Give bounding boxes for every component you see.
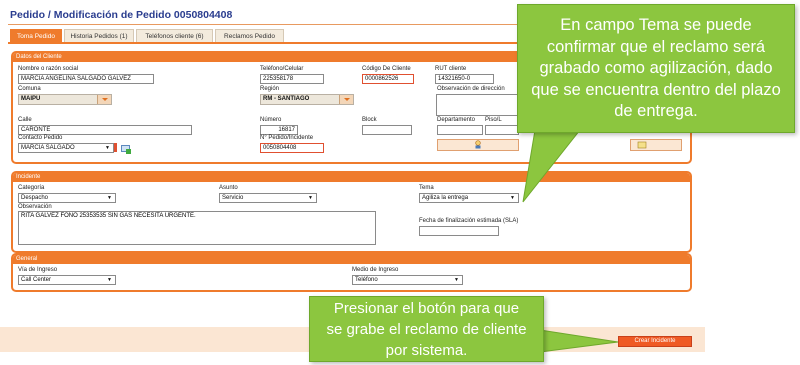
via-ingreso-select[interactable]: Call Center ▼ bbox=[18, 275, 116, 285]
tab-reclamos-pedido[interactable]: Reclamos Pedido bbox=[215, 29, 284, 43]
region-combo[interactable]: RM - SANTIAGO bbox=[260, 94, 354, 105]
general-header: General bbox=[13, 255, 690, 264]
via-ingreso-label: Vía de Ingreso bbox=[18, 267, 58, 273]
obs-direccion-label: Observación de dirección bbox=[437, 86, 505, 92]
sla-label: Fecha de finalización estimada (SLA) bbox=[419, 218, 519, 224]
medio-ingreso-label: Medio de Ingreso bbox=[352, 267, 399, 273]
page-title: Pedido / Modificación de Pedido 00508044… bbox=[10, 9, 233, 21]
search-user-icon bbox=[475, 140, 481, 149]
contacto-value: MARCIA SALGADO bbox=[21, 145, 75, 151]
region-label: Región bbox=[260, 86, 280, 92]
comuna-value: MAIPU bbox=[21, 96, 41, 102]
edit-icon bbox=[637, 141, 647, 149]
block-label: Block bbox=[362, 117, 377, 123]
categoria-value: Despacho bbox=[21, 195, 49, 201]
comuna-dropdown-icon[interactable] bbox=[97, 95, 111, 104]
comuna-label: Comuna bbox=[18, 86, 41, 92]
contacto-select[interactable]: MARCIA SALGADO ▼ bbox=[18, 143, 114, 153]
add-contact-icon[interactable] bbox=[121, 141, 131, 154]
categoria-label: Categoría bbox=[18, 185, 45, 191]
rut-field[interactable]: 14321650-0 bbox=[435, 74, 494, 84]
chevron-down-icon: ▼ bbox=[308, 195, 313, 201]
chevron-down-icon: ▼ bbox=[454, 277, 459, 283]
chevron-down-icon: ▼ bbox=[105, 145, 110, 151]
region-dropdown-icon[interactable] bbox=[339, 95, 353, 104]
piso-label: Piso/L bbox=[485, 117, 502, 123]
tema-label: Tema bbox=[419, 185, 434, 191]
observacion-label: Observación bbox=[18, 204, 52, 210]
tab-telefonos-cliente[interactable]: Teléfonos cliente (6) bbox=[136, 29, 213, 43]
callout-tema: En campo Tema se puede confirmar que el … bbox=[517, 4, 795, 133]
observacion-text: RITA GALVEZ FONO 25353535 SIN GAS NECESI… bbox=[21, 213, 196, 219]
tab-historia-pedidos[interactable]: Historia Pedidos (1) bbox=[64, 29, 134, 43]
tema-select[interactable]: Agiliza la entrega ▼ bbox=[419, 193, 519, 203]
sla-field[interactable] bbox=[419, 226, 499, 236]
block-field[interactable] bbox=[362, 125, 412, 135]
rut-label: RUT cliente bbox=[435, 66, 467, 72]
tab-toma-pedido[interactable]: Toma Pedido bbox=[10, 29, 62, 43]
nombre-label: Nombre o razón social bbox=[18, 66, 79, 72]
edit-button[interactable] bbox=[630, 139, 682, 151]
telefono-field[interactable]: 225358178 bbox=[260, 74, 324, 84]
medio-ingreso-select[interactable]: Teléfono ▼ bbox=[352, 275, 463, 285]
pedido-incidente-field[interactable]: 0050804408 bbox=[260, 143, 324, 153]
codigo-cliente-label: Código De Cliente bbox=[362, 66, 411, 72]
codigo-cliente-field[interactable]: 0000862526 bbox=[362, 74, 414, 84]
asunto-value: Servicio bbox=[222, 195, 244, 201]
asunto-label: Asunto bbox=[219, 185, 238, 191]
pedido-incidente-label: N° Pedido/Incidente bbox=[260, 135, 314, 141]
categoria-select[interactable]: Despacho ▼ bbox=[18, 193, 116, 203]
nombre-field[interactable]: MARCIA ANGELINA SALGADO GALVEZ bbox=[18, 74, 154, 84]
callout-pointer-boton bbox=[540, 329, 619, 353]
calle-field[interactable]: CARONTE bbox=[18, 125, 192, 135]
obs-direccion-textarea[interactable] bbox=[436, 94, 520, 116]
via-ingreso-value: Call Center bbox=[21, 277, 52, 283]
calle-label: Calle bbox=[18, 117, 32, 123]
telefono-label: Teléfono/Celular bbox=[260, 66, 304, 72]
callout-boton: Presionar el botón para que se grabe el … bbox=[309, 296, 544, 362]
region-value: RM - SANTIAGO bbox=[263, 96, 310, 102]
observacion-textarea[interactable]: RITA GALVEZ FONO 25353535 SIN GAS NECESI… bbox=[18, 211, 376, 245]
departamento-label: Departamento bbox=[437, 117, 476, 123]
callout-pointer-tema bbox=[522, 130, 581, 203]
comuna-combo[interactable]: MAIPU bbox=[18, 94, 112, 105]
departamento-field[interactable] bbox=[437, 125, 483, 135]
numero-field[interactable]: 16817 bbox=[260, 125, 298, 135]
medio-ingreso-value: Teléfono bbox=[355, 277, 378, 283]
numero-label: Número bbox=[260, 117, 282, 123]
required-marker bbox=[114, 143, 117, 152]
chevron-down-icon: ▼ bbox=[107, 195, 112, 201]
asunto-select[interactable]: Servicio ▼ bbox=[219, 193, 317, 203]
chevron-down-icon: ▼ bbox=[107, 277, 112, 283]
contacto-label: Contacto Pedido bbox=[18, 135, 63, 141]
tema-value: Agiliza la entrega bbox=[422, 195, 469, 201]
